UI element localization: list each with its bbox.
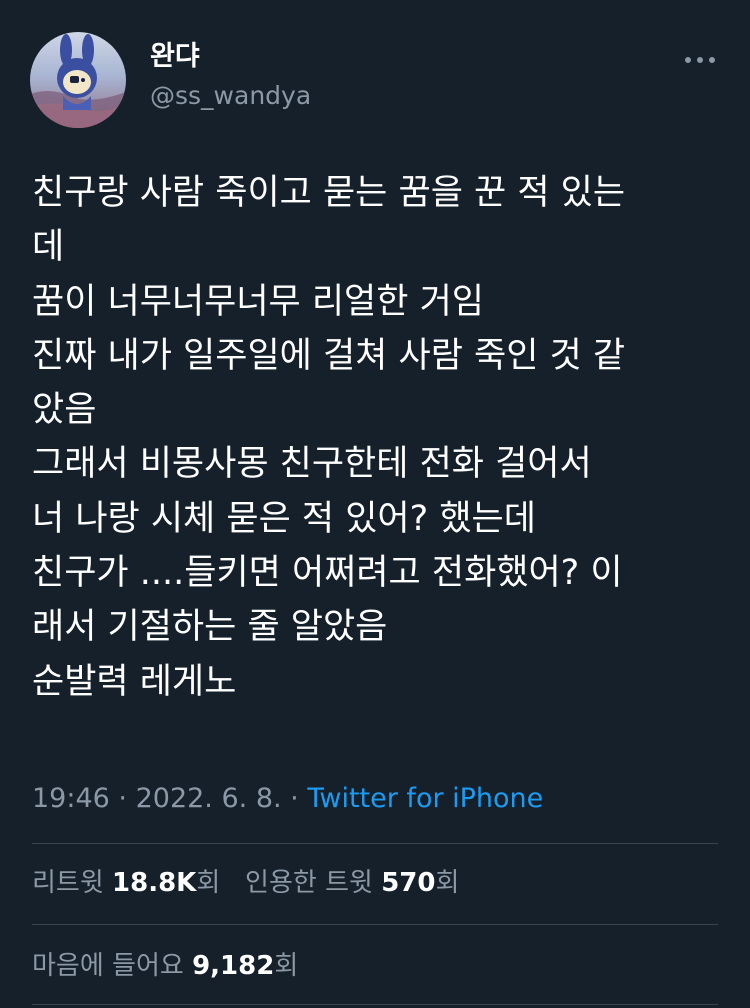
retweet-quote-stats: 리트윗 18.8K회 인용한 트윗 570회 <box>32 866 459 900</box>
tweet-date[interactable]: 2022. 6. 8. <box>136 783 282 814</box>
retweets-stat[interactable]: 리트윗 18.8K회 <box>32 868 220 898</box>
divider <box>32 1004 718 1005</box>
meta-separator: · <box>118 783 127 814</box>
quotes-unit: 회 <box>435 868 460 898</box>
author-display-name[interactable]: 완댜 <box>150 40 200 74</box>
divider <box>32 924 718 925</box>
rabbit-character-avatar-icon <box>30 32 126 128</box>
divider <box>32 843 718 844</box>
more-options-icon <box>685 57 715 63</box>
retweets-unit: 회 <box>196 868 221 898</box>
likes-count: 9,182 <box>192 951 275 981</box>
tweet-time[interactable]: 19:46 <box>32 783 110 814</box>
tweet-source-link[interactable]: Twitter for iPhone <box>307 783 543 814</box>
likes-label: 마음에 들어요 <box>32 951 184 981</box>
likes-stats: 마음에 들어요 9,182회 <box>32 949 298 983</box>
quotes-stat[interactable]: 인용한 트윗 570회 <box>245 868 459 898</box>
retweets-count: 18.8K <box>112 868 197 898</box>
quotes-label: 인용한 트윗 <box>245 868 373 898</box>
more-options-button[interactable] <box>680 48 720 72</box>
likes-unit: 회 <box>274 951 299 981</box>
meta-separator: · <box>290 783 299 814</box>
tweet-text: 친구랑 사람 죽이고 묻는 꿈을 꾼 적 있는 데 꿈이 너무너무너무 리얼한 … <box>32 173 626 702</box>
tweet-meta: 19:46 · 2022. 6. 8. · Twitter for iPhone <box>32 781 543 817</box>
author-handle[interactable]: @ss_wandya <box>150 80 311 112</box>
retweets-label: 리트윗 <box>32 868 104 898</box>
avatar[interactable] <box>30 32 126 128</box>
quotes-count: 570 <box>381 868 436 898</box>
likes-stat[interactable]: 마음에 들어요 9,182회 <box>32 951 298 981</box>
